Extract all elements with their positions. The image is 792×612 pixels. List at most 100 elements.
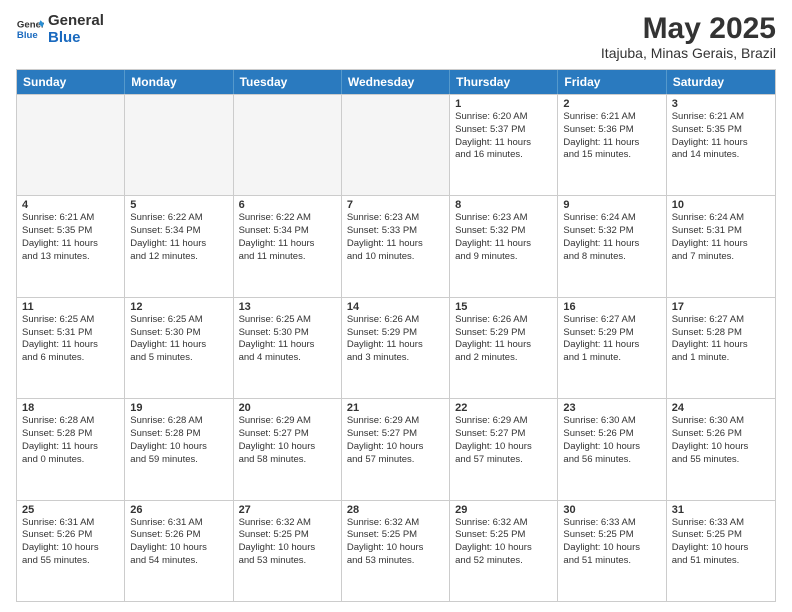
day-number: 25 xyxy=(22,504,119,516)
calendar-cell: 31Sunrise: 6:33 AMSunset: 5:25 PMDayligh… xyxy=(667,501,775,601)
calendar-header-cell: Thursday xyxy=(450,70,558,94)
calendar-body: 1Sunrise: 6:20 AMSunset: 5:37 PMDaylight… xyxy=(17,94,775,601)
calendar-cell xyxy=(125,95,233,195)
calendar-header-cell: Friday xyxy=(558,70,666,94)
calendar-cell: 21Sunrise: 6:29 AMSunset: 5:27 PMDayligh… xyxy=(342,399,450,499)
day-number: 3 xyxy=(672,98,770,110)
calendar-cell: 7Sunrise: 6:23 AMSunset: 5:33 PMDaylight… xyxy=(342,196,450,296)
day-info: Sunrise: 6:31 AMSunset: 5:26 PMDaylight:… xyxy=(22,517,119,568)
day-number: 28 xyxy=(347,504,444,516)
day-info: Sunrise: 6:30 AMSunset: 5:26 PMDaylight:… xyxy=(563,415,660,466)
day-info: Sunrise: 6:32 AMSunset: 5:25 PMDaylight:… xyxy=(239,517,336,568)
day-info: Sunrise: 6:28 AMSunset: 5:28 PMDaylight:… xyxy=(22,415,119,466)
calendar: SundayMondayTuesdayWednesdayThursdayFrid… xyxy=(16,69,776,602)
day-info: Sunrise: 6:25 AMSunset: 5:30 PMDaylight:… xyxy=(239,314,336,365)
day-number: 24 xyxy=(672,402,770,414)
calendar-week-row: 4Sunrise: 6:21 AMSunset: 5:35 PMDaylight… xyxy=(17,195,775,296)
svg-text:Blue: Blue xyxy=(17,30,38,41)
day-number: 21 xyxy=(347,402,444,414)
day-info: Sunrise: 6:27 AMSunset: 5:28 PMDaylight:… xyxy=(672,314,770,365)
logo-icon: General Blue xyxy=(16,15,44,43)
calendar-header-cell: Tuesday xyxy=(234,70,342,94)
day-number: 22 xyxy=(455,402,552,414)
day-number: 4 xyxy=(22,199,119,211)
day-info: Sunrise: 6:31 AMSunset: 5:26 PMDaylight:… xyxy=(130,517,227,568)
calendar-cell: 22Sunrise: 6:29 AMSunset: 5:27 PMDayligh… xyxy=(450,399,558,499)
day-info: Sunrise: 6:28 AMSunset: 5:28 PMDaylight:… xyxy=(130,415,227,466)
day-info: Sunrise: 6:30 AMSunset: 5:26 PMDaylight:… xyxy=(672,415,770,466)
day-number: 1 xyxy=(455,98,552,110)
calendar-week-row: 1Sunrise: 6:20 AMSunset: 5:37 PMDaylight… xyxy=(17,94,775,195)
month-title: May 2025 xyxy=(601,12,776,45)
day-number: 14 xyxy=(347,301,444,313)
day-number: 7 xyxy=(347,199,444,211)
day-info: Sunrise: 6:27 AMSunset: 5:29 PMDaylight:… xyxy=(563,314,660,365)
calendar-cell: 8Sunrise: 6:23 AMSunset: 5:32 PMDaylight… xyxy=(450,196,558,296)
day-info: Sunrise: 6:32 AMSunset: 5:25 PMDaylight:… xyxy=(347,517,444,568)
calendar-cell: 11Sunrise: 6:25 AMSunset: 5:31 PMDayligh… xyxy=(17,298,125,398)
day-number: 10 xyxy=(672,199,770,211)
calendar-cell: 16Sunrise: 6:27 AMSunset: 5:29 PMDayligh… xyxy=(558,298,666,398)
day-number: 23 xyxy=(563,402,660,414)
calendar-week-row: 18Sunrise: 6:28 AMSunset: 5:28 PMDayligh… xyxy=(17,398,775,499)
day-number: 29 xyxy=(455,504,552,516)
day-info: Sunrise: 6:24 AMSunset: 5:31 PMDaylight:… xyxy=(672,212,770,263)
day-number: 12 xyxy=(130,301,227,313)
calendar-cell: 12Sunrise: 6:25 AMSunset: 5:30 PMDayligh… xyxy=(125,298,233,398)
day-info: Sunrise: 6:22 AMSunset: 5:34 PMDaylight:… xyxy=(130,212,227,263)
calendar-cell: 6Sunrise: 6:22 AMSunset: 5:34 PMDaylight… xyxy=(234,196,342,296)
calendar-cell: 28Sunrise: 6:32 AMSunset: 5:25 PMDayligh… xyxy=(342,501,450,601)
day-info: Sunrise: 6:29 AMSunset: 5:27 PMDaylight:… xyxy=(239,415,336,466)
calendar-cell xyxy=(234,95,342,195)
calendar-cell: 5Sunrise: 6:22 AMSunset: 5:34 PMDaylight… xyxy=(125,196,233,296)
day-info: Sunrise: 6:21 AMSunset: 5:35 PMDaylight:… xyxy=(672,111,770,162)
day-info: Sunrise: 6:21 AMSunset: 5:35 PMDaylight:… xyxy=(22,212,119,263)
day-number: 13 xyxy=(239,301,336,313)
calendar-cell: 26Sunrise: 6:31 AMSunset: 5:26 PMDayligh… xyxy=(125,501,233,601)
day-number: 2 xyxy=(563,98,660,110)
day-info: Sunrise: 6:25 AMSunset: 5:31 PMDaylight:… xyxy=(22,314,119,365)
location-subtitle: Itajuba, Minas Gerais, Brazil xyxy=(601,45,776,61)
calendar-cell: 23Sunrise: 6:30 AMSunset: 5:26 PMDayligh… xyxy=(558,399,666,499)
day-number: 17 xyxy=(672,301,770,313)
calendar-cell: 2Sunrise: 6:21 AMSunset: 5:36 PMDaylight… xyxy=(558,95,666,195)
day-info: Sunrise: 6:20 AMSunset: 5:37 PMDaylight:… xyxy=(455,111,552,162)
day-info: Sunrise: 6:25 AMSunset: 5:30 PMDaylight:… xyxy=(130,314,227,365)
header: General Blue General Blue May 2025 Itaju… xyxy=(16,12,776,61)
calendar-cell xyxy=(17,95,125,195)
calendar-cell: 1Sunrise: 6:20 AMSunset: 5:37 PMDaylight… xyxy=(450,95,558,195)
day-number: 9 xyxy=(563,199,660,211)
logo-general: General xyxy=(48,12,104,29)
day-number: 26 xyxy=(130,504,227,516)
day-number: 11 xyxy=(22,301,119,313)
day-info: Sunrise: 6:29 AMSunset: 5:27 PMDaylight:… xyxy=(455,415,552,466)
day-number: 20 xyxy=(239,402,336,414)
day-number: 5 xyxy=(130,199,227,211)
calendar-cell: 29Sunrise: 6:32 AMSunset: 5:25 PMDayligh… xyxy=(450,501,558,601)
calendar-header-row: SundayMondayTuesdayWednesdayThursdayFrid… xyxy=(17,70,775,94)
calendar-week-row: 11Sunrise: 6:25 AMSunset: 5:31 PMDayligh… xyxy=(17,297,775,398)
calendar-cell: 19Sunrise: 6:28 AMSunset: 5:28 PMDayligh… xyxy=(125,399,233,499)
day-number: 18 xyxy=(22,402,119,414)
day-info: Sunrise: 6:26 AMSunset: 5:29 PMDaylight:… xyxy=(347,314,444,365)
calendar-cell: 3Sunrise: 6:21 AMSunset: 5:35 PMDaylight… xyxy=(667,95,775,195)
day-info: Sunrise: 6:26 AMSunset: 5:29 PMDaylight:… xyxy=(455,314,552,365)
day-info: Sunrise: 6:33 AMSunset: 5:25 PMDaylight:… xyxy=(672,517,770,568)
day-info: Sunrise: 6:33 AMSunset: 5:25 PMDaylight:… xyxy=(563,517,660,568)
calendar-cell: 15Sunrise: 6:26 AMSunset: 5:29 PMDayligh… xyxy=(450,298,558,398)
logo: General Blue General Blue xyxy=(16,12,104,47)
day-number: 31 xyxy=(672,504,770,516)
calendar-header-cell: Wednesday xyxy=(342,70,450,94)
day-info: Sunrise: 6:21 AMSunset: 5:36 PMDaylight:… xyxy=(563,111,660,162)
calendar-week-row: 25Sunrise: 6:31 AMSunset: 5:26 PMDayligh… xyxy=(17,500,775,601)
day-info: Sunrise: 6:22 AMSunset: 5:34 PMDaylight:… xyxy=(239,212,336,263)
calendar-cell: 9Sunrise: 6:24 AMSunset: 5:32 PMDaylight… xyxy=(558,196,666,296)
calendar-cell: 13Sunrise: 6:25 AMSunset: 5:30 PMDayligh… xyxy=(234,298,342,398)
calendar-cell: 25Sunrise: 6:31 AMSunset: 5:26 PMDayligh… xyxy=(17,501,125,601)
day-number: 8 xyxy=(455,199,552,211)
logo-blue: Blue xyxy=(48,29,104,46)
calendar-cell: 14Sunrise: 6:26 AMSunset: 5:29 PMDayligh… xyxy=(342,298,450,398)
calendar-cell: 18Sunrise: 6:28 AMSunset: 5:28 PMDayligh… xyxy=(17,399,125,499)
day-info: Sunrise: 6:23 AMSunset: 5:33 PMDaylight:… xyxy=(347,212,444,263)
day-info: Sunrise: 6:29 AMSunset: 5:27 PMDaylight:… xyxy=(347,415,444,466)
